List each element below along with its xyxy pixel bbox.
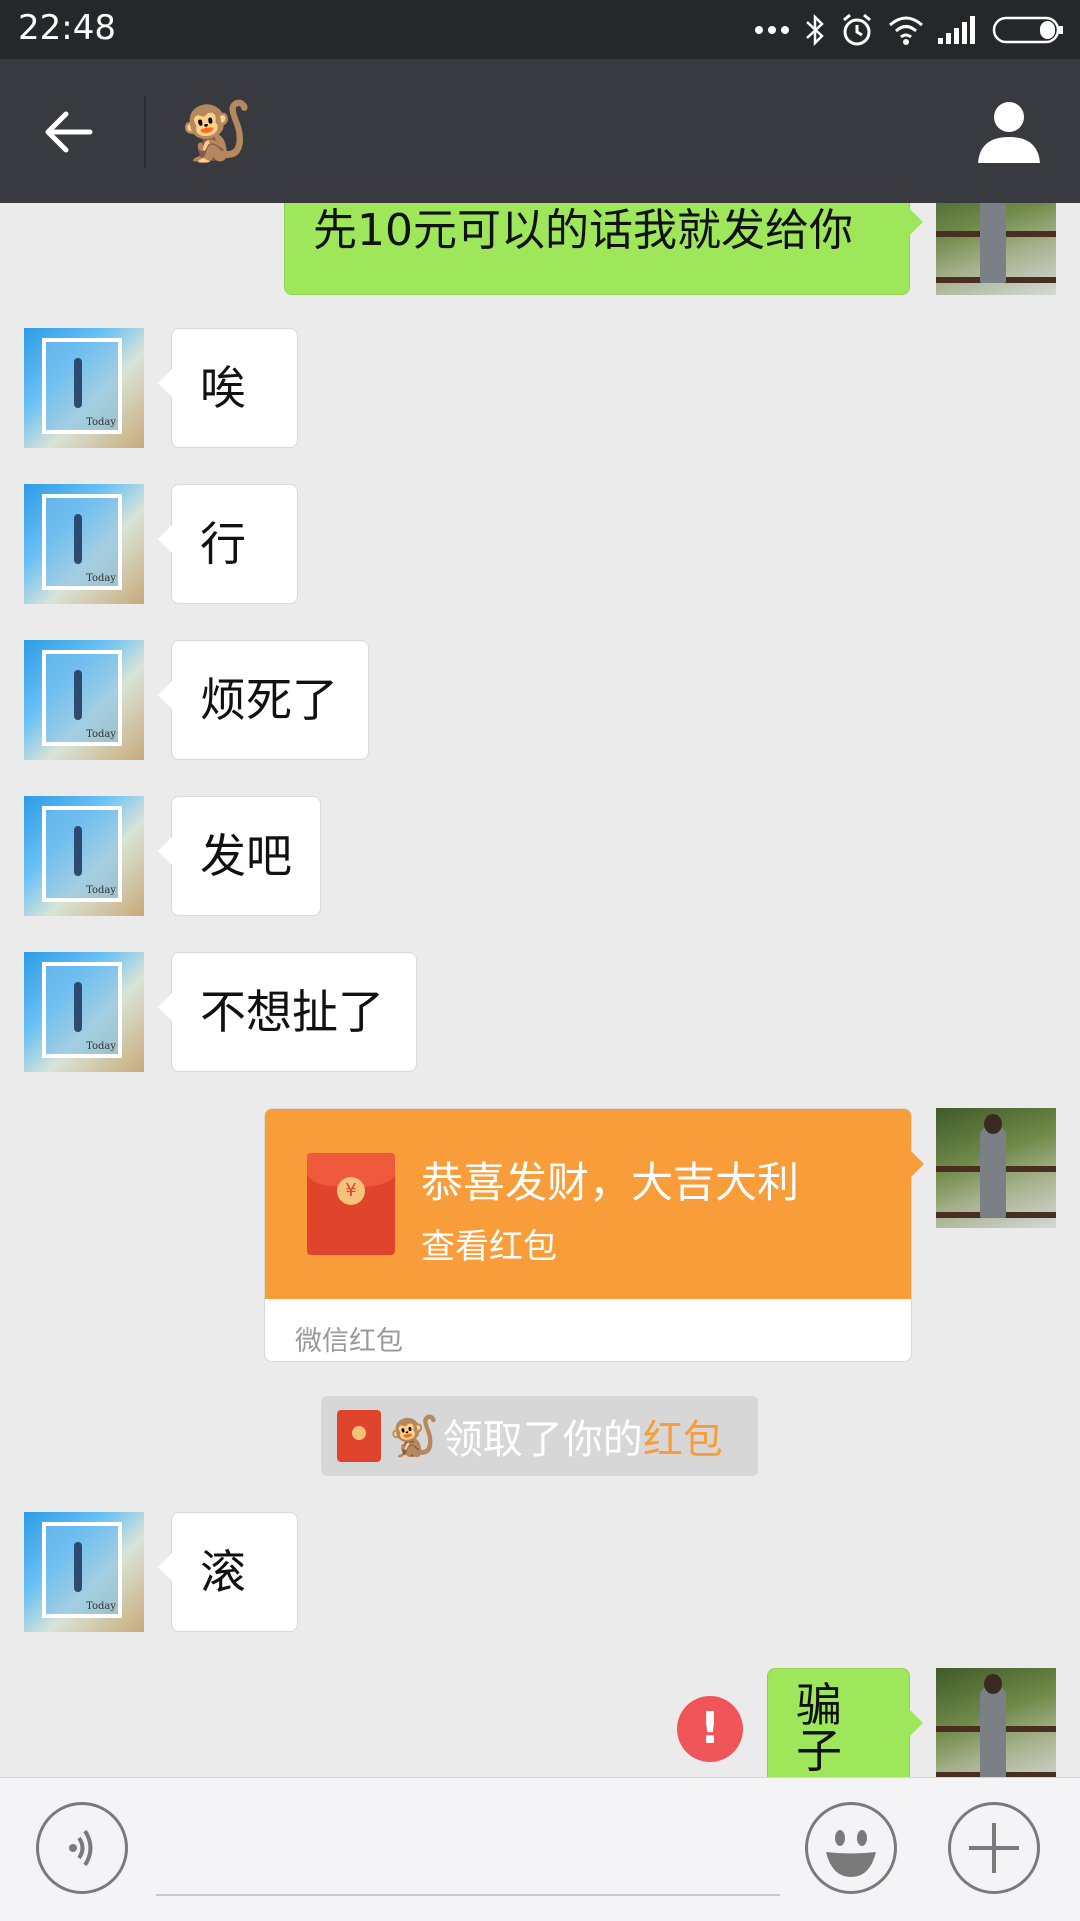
avatar-person	[980, 1126, 1006, 1218]
avatar-head	[984, 1674, 1002, 1694]
message-bubble-received[interactable]: 发吧	[158, 796, 321, 916]
more-dots-icon	[755, 26, 789, 34]
contact-avatar[interactable]	[24, 1512, 144, 1632]
message-text: 唉	[200, 361, 246, 415]
avatar-photo-frame	[42, 494, 122, 590]
status-icons	[754, 10, 1064, 50]
notice-user: 🐒	[389, 1413, 439, 1460]
message-bubble-received[interactable]: 滚	[158, 1512, 298, 1632]
avatar-photo-frame	[42, 806, 122, 902]
message-bubble-sent[interactable]: 先10元可以的话我就发给你	[284, 203, 923, 295]
send-failed-icon[interactable]: !	[677, 1696, 743, 1762]
avatar-figure	[74, 514, 82, 564]
message-text: 滚	[200, 1545, 246, 1599]
avatar-head	[984, 1114, 1002, 1134]
contact-avatar[interactable]	[24, 484, 144, 604]
coin-icon: ¥	[337, 1177, 365, 1205]
bluetooth-icon	[806, 13, 824, 47]
message-text: 行	[200, 517, 246, 571]
notice-text: 领取了你的	[442, 1417, 643, 1463]
red-packet-action: 查看红包	[421, 1227, 557, 1267]
input-bar	[0, 1777, 1080, 1921]
red-packet-tail	[910, 1150, 924, 1178]
person-icon[interactable]	[976, 99, 1042, 165]
system-notice: 🐒 领取了你的 红包	[321, 1396, 758, 1476]
avatar-photo-frame	[42, 650, 122, 746]
contact-avatar[interactable]	[24, 796, 144, 916]
voice-icon	[69, 1829, 93, 1867]
message-input[interactable]	[156, 1894, 780, 1896]
notice-red-packet-link[interactable]: 红包	[643, 1407, 723, 1465]
avatar-photo-frame	[42, 338, 122, 434]
avatar-photo-frame	[42, 962, 122, 1058]
message-bubble-received[interactable]: 烦死了	[158, 640, 369, 760]
avatar-figure	[74, 982, 82, 1032]
my-avatar[interactable]	[936, 203, 1056, 295]
plus-icon	[969, 1823, 1019, 1873]
avatar-person	[980, 203, 1006, 283]
message-text: 先10元可以的话我就发给你	[313, 205, 853, 256]
contact-avatar[interactable]	[24, 952, 144, 1072]
avatar-photo-frame	[42, 1522, 122, 1618]
emoji-button[interactable]	[805, 1802, 897, 1894]
status-bar: 22:48	[0, 0, 1080, 59]
message-text: 骗子	[796, 1678, 842, 1777]
signal-icon	[938, 16, 975, 44]
contact-avatar[interactable]	[24, 328, 144, 448]
title-bar: 🐒	[0, 59, 1080, 203]
message-text: 发吧	[200, 829, 292, 883]
more-button[interactable]	[948, 1802, 1040, 1894]
avatar-figure	[74, 670, 82, 720]
wifi-icon	[889, 16, 923, 45]
chat-title: 🐒	[180, 97, 253, 165]
back-arrow-icon[interactable]	[40, 104, 96, 160]
message-bubble-received[interactable]: 唉	[158, 328, 298, 448]
battery-icon	[992, 16, 1063, 44]
chat-area[interactable]: 先10元可以的话我就发给你 唉 行 烦死了 发吧 不想扯了	[0, 203, 1080, 1777]
message-bubble-received[interactable]: 不想扯了	[158, 952, 417, 1072]
message-text: 不想扯了	[200, 985, 384, 1039]
red-packet-card[interactable]: ¥ 恭喜发财，大吉大利 查看红包 微信红包	[264, 1108, 912, 1362]
contact-avatar[interactable]	[24, 640, 144, 760]
avatar-figure	[74, 358, 82, 408]
my-avatar[interactable]	[936, 1108, 1056, 1228]
red-envelope-icon: ¥	[307, 1153, 395, 1255]
alarm-icon	[843, 13, 871, 46]
my-avatar[interactable]	[936, 1668, 1056, 1777]
red-packet-title: 恭喜发财，大吉大利	[421, 1158, 800, 1207]
message-bubble-sent[interactable]: 骗子	[767, 1668, 923, 1777]
message-bubble-received[interactable]: 行	[158, 484, 298, 604]
avatar-figure	[74, 826, 82, 876]
red-packet-footer: 微信红包	[295, 1326, 403, 1357]
voice-button[interactable]	[36, 1802, 128, 1894]
red-envelope-mini-icon	[337, 1410, 381, 1462]
avatar-figure	[74, 1542, 82, 1592]
title-divider	[144, 96, 146, 168]
status-time: 22:48	[18, 8, 116, 48]
avatar-person	[980, 1686, 1006, 1777]
emoji-icon	[826, 1830, 876, 1877]
message-text: 烦死了	[200, 673, 338, 727]
